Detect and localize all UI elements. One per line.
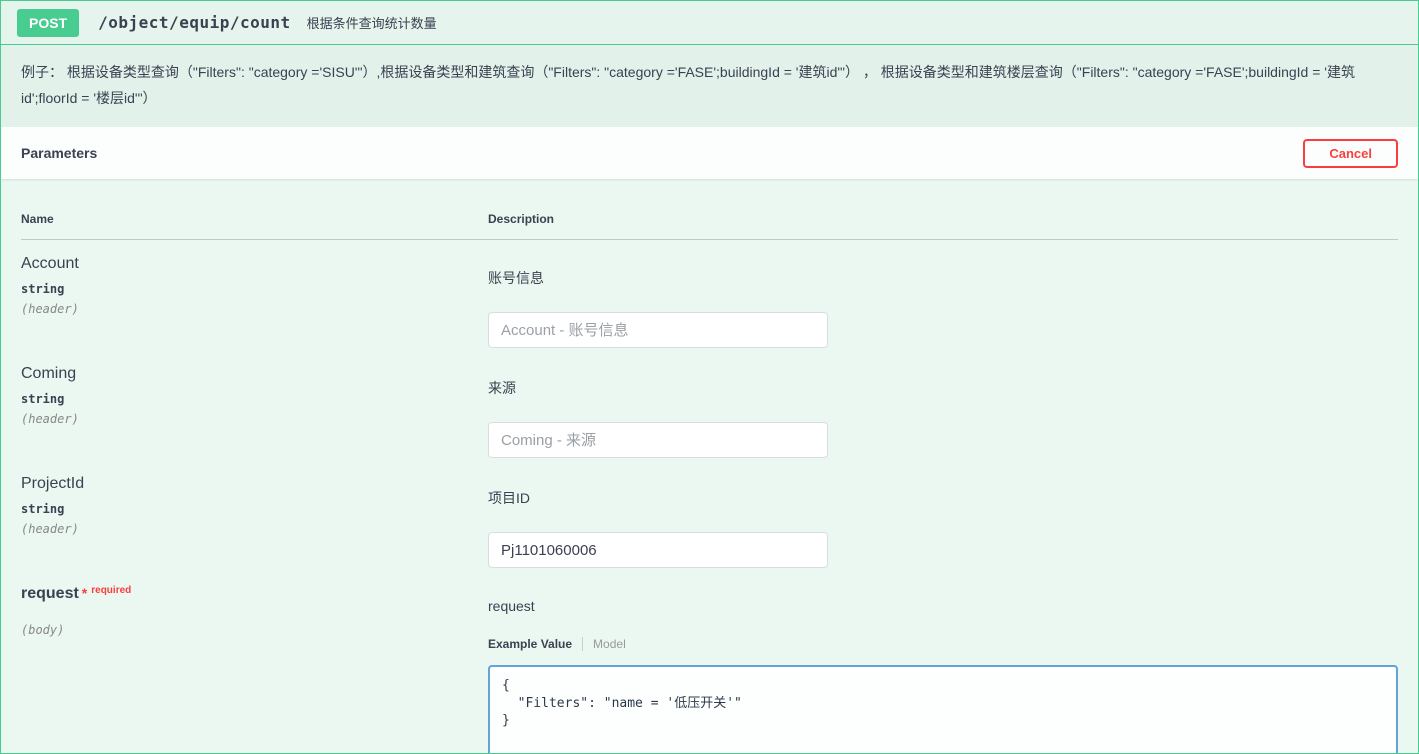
param-row-projectid: ProjectId string (header) 项目ID bbox=[21, 460, 1398, 570]
parameters-title: Parameters bbox=[21, 145, 97, 161]
param-row-request: request*required (body) request Example … bbox=[21, 570, 1398, 754]
param-description: request bbox=[488, 598, 1398, 614]
endpoint-description: 例子： 根据设备类型查询（"Filters": "category ='SISU… bbox=[1, 45, 1418, 127]
method-badge: POST bbox=[17, 9, 79, 37]
param-desc-cell: request Example Value Model { "Filters":… bbox=[488, 585, 1398, 754]
parameters-table: Name Description Account string (header)… bbox=[1, 179, 1418, 754]
parameters-section-header: Parameters Cancel bbox=[1, 127, 1418, 179]
projectid-input[interactable] bbox=[488, 532, 828, 568]
param-type: string bbox=[21, 282, 488, 296]
param-row-coming: Coming string (header) 来源 bbox=[21, 350, 1398, 460]
cancel-button[interactable]: Cancel bbox=[1303, 139, 1398, 168]
param-name: request* required bbox=[21, 585, 488, 603]
request-body-textarea[interactable]: { "Filters": "name = '低压开关'" } bbox=[488, 665, 1398, 754]
param-name: Coming bbox=[21, 365, 488, 383]
param-name: ProjectId bbox=[21, 475, 488, 493]
param-name: Account bbox=[21, 255, 488, 273]
param-name-cell: ProjectId string (header) bbox=[21, 475, 488, 536]
account-input[interactable] bbox=[488, 312, 828, 348]
column-header-name: Name bbox=[21, 212, 488, 226]
operation-summary-bar[interactable]: POST /object/equip/count 根据条件查询统计数量 bbox=[1, 1, 1418, 45]
required-label: required bbox=[91, 585, 131, 596]
param-location: (body) bbox=[21, 623, 488, 637]
param-row-account: Account string (header) 账号信息 bbox=[21, 240, 1398, 350]
tab-model[interactable]: Model bbox=[582, 637, 626, 651]
param-name-text: request bbox=[21, 585, 79, 602]
required-asterisk: * bbox=[82, 585, 87, 601]
param-location: (header) bbox=[21, 412, 488, 426]
endpoint-summary: 根据条件查询统计数量 bbox=[307, 13, 437, 32]
param-type: string bbox=[21, 502, 488, 516]
param-description: 来源 bbox=[488, 378, 1398, 398]
param-desc-cell: 来源 bbox=[488, 365, 1398, 458]
coming-input[interactable] bbox=[488, 422, 828, 458]
parameters-table-header: Name Description bbox=[21, 179, 1398, 240]
param-name-cell: request* required (body) bbox=[21, 585, 488, 637]
param-name-cell: Account string (header) bbox=[21, 255, 488, 316]
body-tab-bar: Example Value Model bbox=[488, 637, 1398, 651]
param-description: 项目ID bbox=[488, 488, 1398, 508]
operation-block-post: POST /object/equip/count 根据条件查询统计数量 例子： … bbox=[0, 0, 1419, 754]
column-header-description: Description bbox=[488, 212, 1398, 226]
param-location: (header) bbox=[21, 302, 488, 316]
param-location: (header) bbox=[21, 522, 488, 536]
param-desc-cell: 项目ID bbox=[488, 475, 1398, 568]
param-desc-cell: 账号信息 bbox=[488, 255, 1398, 348]
param-name-cell: Coming string (header) bbox=[21, 365, 488, 426]
tab-example-value[interactable]: Example Value bbox=[488, 637, 582, 651]
param-description: 账号信息 bbox=[488, 268, 1398, 288]
param-type: string bbox=[21, 392, 488, 406]
endpoint-path: /object/equip/count bbox=[98, 13, 291, 32]
